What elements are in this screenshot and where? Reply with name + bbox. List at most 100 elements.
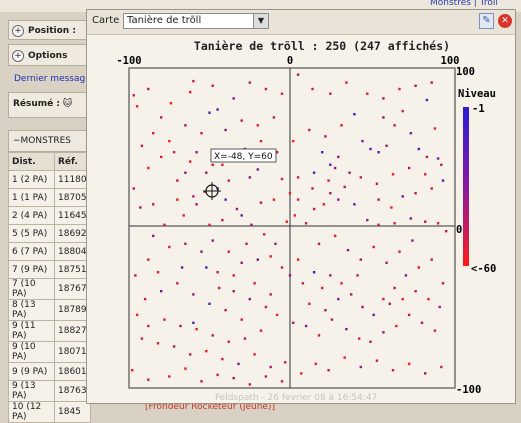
- data-point[interactable]: [285, 220, 288, 223]
- data-point[interactable]: [248, 383, 251, 386]
- data-point[interactable]: [221, 218, 224, 222]
- data-point[interactable]: [184, 124, 187, 127]
- data-point[interactable]: [221, 357, 224, 361]
- data-point[interactable]: [216, 271, 219, 274]
- data-points[interactable]: [131, 73, 448, 386]
- data-point[interactable]: [327, 179, 330, 182]
- data-point[interactable]: [232, 376, 235, 380]
- data-point[interactable]: [425, 98, 429, 102]
- data-point[interactable]: [248, 176, 251, 179]
- data-point[interactable]: [160, 290, 163, 293]
- data-point[interactable]: [256, 258, 259, 261]
- data-point[interactable]: [135, 105, 139, 108]
- data-point[interactable]: [195, 203, 198, 206]
- data-point[interactable]: [248, 297, 251, 301]
- data-point[interactable]: [409, 132, 412, 135]
- data-point[interactable]: [358, 337, 361, 340]
- data-point[interactable]: [382, 97, 385, 100]
- data-point[interactable]: [240, 318, 243, 321]
- data-point[interactable]: [253, 282, 256, 285]
- data-point[interactable]: [312, 271, 316, 274]
- data-point[interactable]: [184, 242, 187, 245]
- data-point[interactable]: [398, 87, 401, 91]
- data-point[interactable]: [329, 92, 332, 95]
- data-point[interactable]: [308, 128, 311, 132]
- data-point[interactable]: [264, 375, 268, 378]
- data-point[interactable]: [340, 124, 343, 127]
- data-point[interactable]: [296, 176, 300, 179]
- data-point[interactable]: [361, 305, 364, 309]
- data-point[interactable]: [301, 282, 305, 285]
- data-point[interactable]: [139, 206, 142, 209]
- data-point[interactable]: [324, 135, 327, 138]
- data-point[interactable]: [152, 234, 155, 238]
- data-point[interactable]: [353, 203, 356, 206]
- data-point[interactable]: [211, 84, 214, 87]
- data-point[interactable]: [143, 297, 147, 301]
- data-point[interactable]: [152, 132, 155, 135]
- data-point[interactable]: [395, 324, 398, 328]
- data-point[interactable]: [333, 234, 337, 238]
- data-point[interactable]: [345, 81, 348, 84]
- data-point[interactable]: [280, 380, 284, 383]
- data-point[interactable]: [388, 302, 391, 305]
- data-point[interactable]: [322, 203, 325, 206]
- data-point[interactable]: [333, 166, 337, 170]
- data-point[interactable]: [317, 242, 321, 245]
- data-point[interactable]: [269, 293, 272, 296]
- map-chart[interactable]: Tanière de trõll : 250 (247 affichés) -1…: [0, 0, 521, 410]
- data-point[interactable]: [311, 187, 314, 190]
- data-point[interactable]: [359, 176, 362, 179]
- data-point[interactable]: [232, 97, 235, 100]
- data-point[interactable]: [398, 250, 401, 253]
- data-point[interactable]: [189, 353, 192, 356]
- data-point[interactable]: [140, 144, 144, 147]
- data-point[interactable]: [424, 372, 427, 375]
- data-point[interactable]: [417, 147, 420, 151]
- data-point[interactable]: [176, 282, 179, 285]
- data-point[interactable]: [436, 222, 440, 225]
- data-point[interactable]: [369, 147, 372, 151]
- data-point[interactable]: [329, 192, 332, 195]
- data-point[interactable]: [390, 206, 393, 209]
- data-point[interactable]: [182, 214, 185, 217]
- data-point[interactable]: [420, 321, 424, 324]
- data-point[interactable]: [216, 108, 219, 111]
- data-point[interactable]: [208, 223, 211, 226]
- data-point[interactable]: [430, 187, 433, 190]
- data-point[interactable]: [156, 271, 160, 274]
- data-point[interactable]: [256, 124, 259, 127]
- data-point[interactable]: [189, 160, 192, 163]
- data-point[interactable]: [256, 168, 259, 171]
- data-point[interactable]: [366, 92, 369, 95]
- data-point[interactable]: [345, 327, 348, 331]
- data-point[interactable]: [264, 87, 268, 91]
- data-point[interactable]: [314, 362, 317, 366]
- data-point[interactable]: [134, 274, 137, 277]
- data-point[interactable]: [385, 261, 388, 264]
- data-point[interactable]: [179, 324, 182, 328]
- data-point[interactable]: [172, 345, 176, 348]
- data-point[interactable]: [369, 340, 372, 343]
- data-point[interactable]: [259, 139, 263, 143]
- data-point[interactable]: [343, 356, 346, 359]
- data-point[interactable]: [375, 182, 379, 185]
- data-point[interactable]: [288, 274, 292, 277]
- data-point[interactable]: [160, 155, 163, 159]
- data-point[interactable]: [200, 380, 203, 383]
- data-point[interactable]: [436, 157, 440, 160]
- data-point[interactable]: [168, 375, 171, 378]
- data-point[interactable]: [208, 111, 211, 114]
- data-point[interactable]: [168, 245, 171, 249]
- data-point[interactable]: [438, 305, 441, 309]
- data-point[interactable]: [245, 242, 248, 245]
- data-point[interactable]: [401, 297, 404, 301]
- data-point[interactable]: [280, 266, 284, 269]
- data-point[interactable]: [235, 207, 239, 211]
- data-point[interactable]: [317, 334, 321, 337]
- data-point[interactable]: [391, 173, 395, 176]
- data-point[interactable]: [304, 222, 308, 225]
- data-point[interactable]: [312, 207, 316, 211]
- data-point[interactable]: [250, 223, 253, 226]
- data-point[interactable]: [192, 321, 195, 324]
